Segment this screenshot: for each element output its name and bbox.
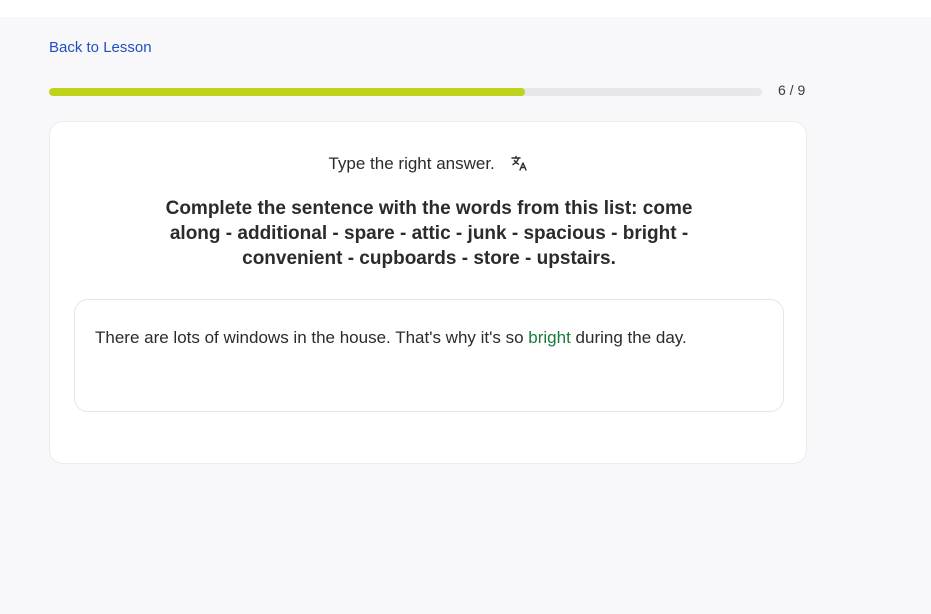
progress-counter: 6 / 9 <box>778 82 806 98</box>
progress-bar <box>49 88 762 96</box>
sentence-before-text: There are lots of windows in the house. … <box>95 328 529 347</box>
back-to-lesson-link[interactable]: Back to Lesson <box>49 39 152 56</box>
progress-bar-fill <box>49 88 525 96</box>
question-prompt: Complete the sentence with the words fro… <box>165 198 693 269</box>
question-card: Type the right answer. Complete the sent… <box>49 121 807 464</box>
instruction-text: Type the right answer. <box>328 154 495 173</box>
answer-word[interactable]: bright <box>528 328 571 347</box>
exercise-page: Back to Lesson 6 / 9 Type the right answ… <box>0 17 931 614</box>
answer-sentence-box: There are lots of windows in the house. … <box>74 299 784 412</box>
sentence-after-text: during the day. <box>570 328 687 347</box>
translate-icon[interactable] <box>510 154 528 172</box>
instruction-row: Type the right answer. <box>50 154 806 174</box>
